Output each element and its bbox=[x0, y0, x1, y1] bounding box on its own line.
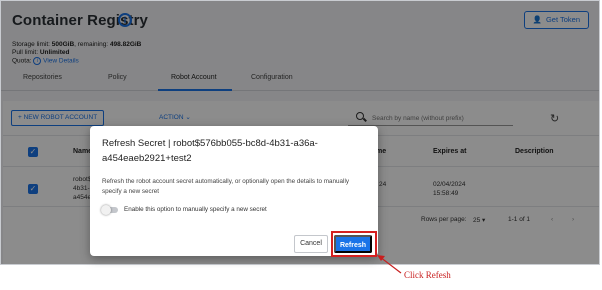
refresh-highlight-box bbox=[331, 231, 377, 257]
toggle-label: Enable this option to manually specify a… bbox=[124, 206, 267, 213]
dialog-title: Refresh Secret | robot$576bb055-bc8d-4b3… bbox=[102, 138, 318, 164]
annotation-label: Click Refesh bbox=[404, 270, 451, 280]
manual-secret-toggle[interactable] bbox=[101, 205, 118, 215]
dialog-description: Refresh the robot account secret automat… bbox=[102, 178, 349, 195]
cancel-button[interactable]: Cancel bbox=[294, 235, 328, 253]
